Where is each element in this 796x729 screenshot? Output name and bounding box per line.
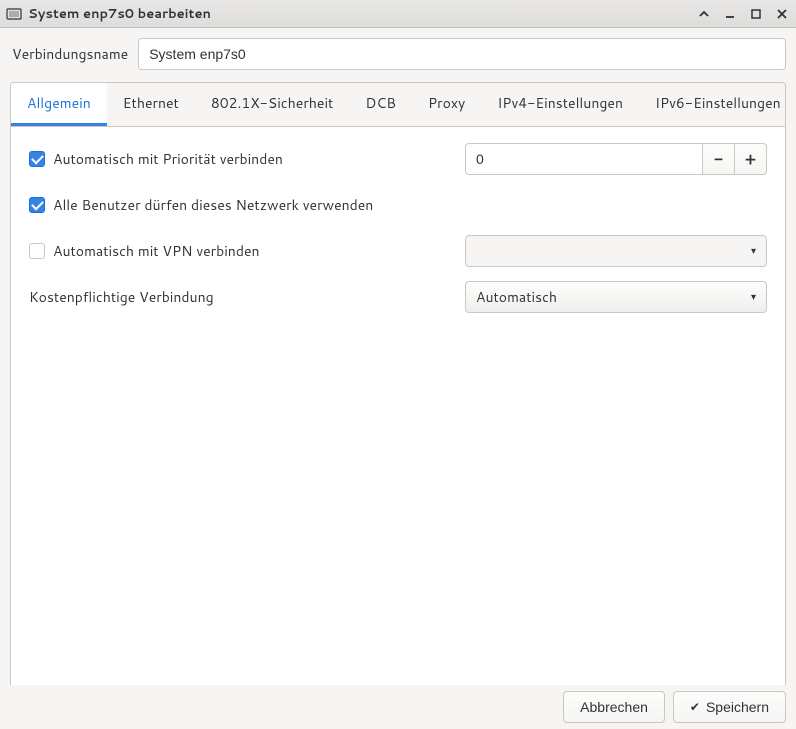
auto-priority-checkbox[interactable] [29, 151, 45, 167]
auto-vpn-row: Automatisch mit VPN verbinden ▾ [29, 235, 767, 267]
priority-decrement-button[interactable]: − [703, 143, 735, 175]
tab-ipv6[interactable]: IPv6-Einstellungen [639, 83, 786, 126]
priority-spinner: − + [465, 143, 767, 175]
tab-content-general: Automatisch mit Priorität verbinden − + … [11, 127, 785, 697]
auto-vpn-label: Automatisch mit VPN verbinden [53, 241, 260, 261]
metered-label: Kostenpflichtige Verbindung [29, 287, 214, 307]
priority-increment-button[interactable]: + [735, 143, 767, 175]
tab-ethernet[interactable]: Ethernet [107, 83, 195, 126]
metered-dropdown-value: Automatisch [476, 287, 557, 307]
tab-dcb[interactable]: DCB [349, 83, 412, 126]
footer: Abbrechen ✔ Speichern [0, 685, 796, 729]
metered-row: Kostenpflichtige Verbindung Automatisch … [29, 281, 767, 313]
chevron-down-icon: ▾ [751, 290, 756, 304]
tab-bar: Allgemein Ethernet 802.1X-Sicherheit DCB… [11, 83, 785, 127]
auto-priority-row: Automatisch mit Priorität verbinden − + [29, 143, 767, 175]
priority-input[interactable] [465, 143, 703, 175]
tab-general[interactable]: Allgemein [11, 83, 107, 126]
cancel-button[interactable]: Abbrechen [563, 691, 665, 723]
app-icon [6, 6, 22, 22]
all-users-label: Alle Benutzer dürfen dieses Netzwerk ver… [53, 195, 373, 215]
auto-vpn-checkbox[interactable] [29, 243, 45, 259]
vpn-dropdown[interactable]: ▾ [465, 235, 767, 267]
auto-priority-label: Automatisch mit Priorität verbinden [53, 149, 283, 169]
all-users-row: Alle Benutzer dürfen dieses Netzwerk ver… [29, 189, 767, 221]
tab-container: Allgemein Ethernet 802.1X-Sicherheit DCB… [10, 82, 786, 698]
window-title: System enp7s0 bearbeiten [28, 5, 696, 23]
check-icon: ✔ [690, 700, 700, 714]
tab-ipv4[interactable]: IPv4-Einstellungen [481, 83, 639, 126]
content-area: Verbindungsname Allgemein Ethernet 802.1… [0, 28, 796, 708]
connection-name-label: Verbindungsname [10, 44, 128, 64]
metered-dropdown[interactable]: Automatisch ▾ [465, 281, 767, 313]
tab-proxy[interactable]: Proxy [412, 83, 481, 126]
titlebar: System enp7s0 bearbeiten [0, 0, 796, 28]
connection-name-input[interactable] [138, 38, 786, 70]
cancel-button-label: Abbrechen [580, 699, 648, 715]
close-button[interactable] [774, 6, 790, 22]
save-button-label: Speichern [706, 699, 769, 715]
window-controls [696, 6, 790, 22]
up-button[interactable] [696, 6, 712, 22]
tab-8021x[interactable]: 802.1X-Sicherheit [195, 83, 350, 126]
all-users-checkbox[interactable] [29, 197, 45, 213]
maximize-button[interactable] [748, 6, 764, 22]
chevron-down-icon: ▾ [751, 244, 756, 258]
save-button[interactable]: ✔ Speichern [673, 691, 786, 723]
connection-name-row: Verbindungsname [10, 38, 786, 70]
minimize-button[interactable] [722, 6, 738, 22]
